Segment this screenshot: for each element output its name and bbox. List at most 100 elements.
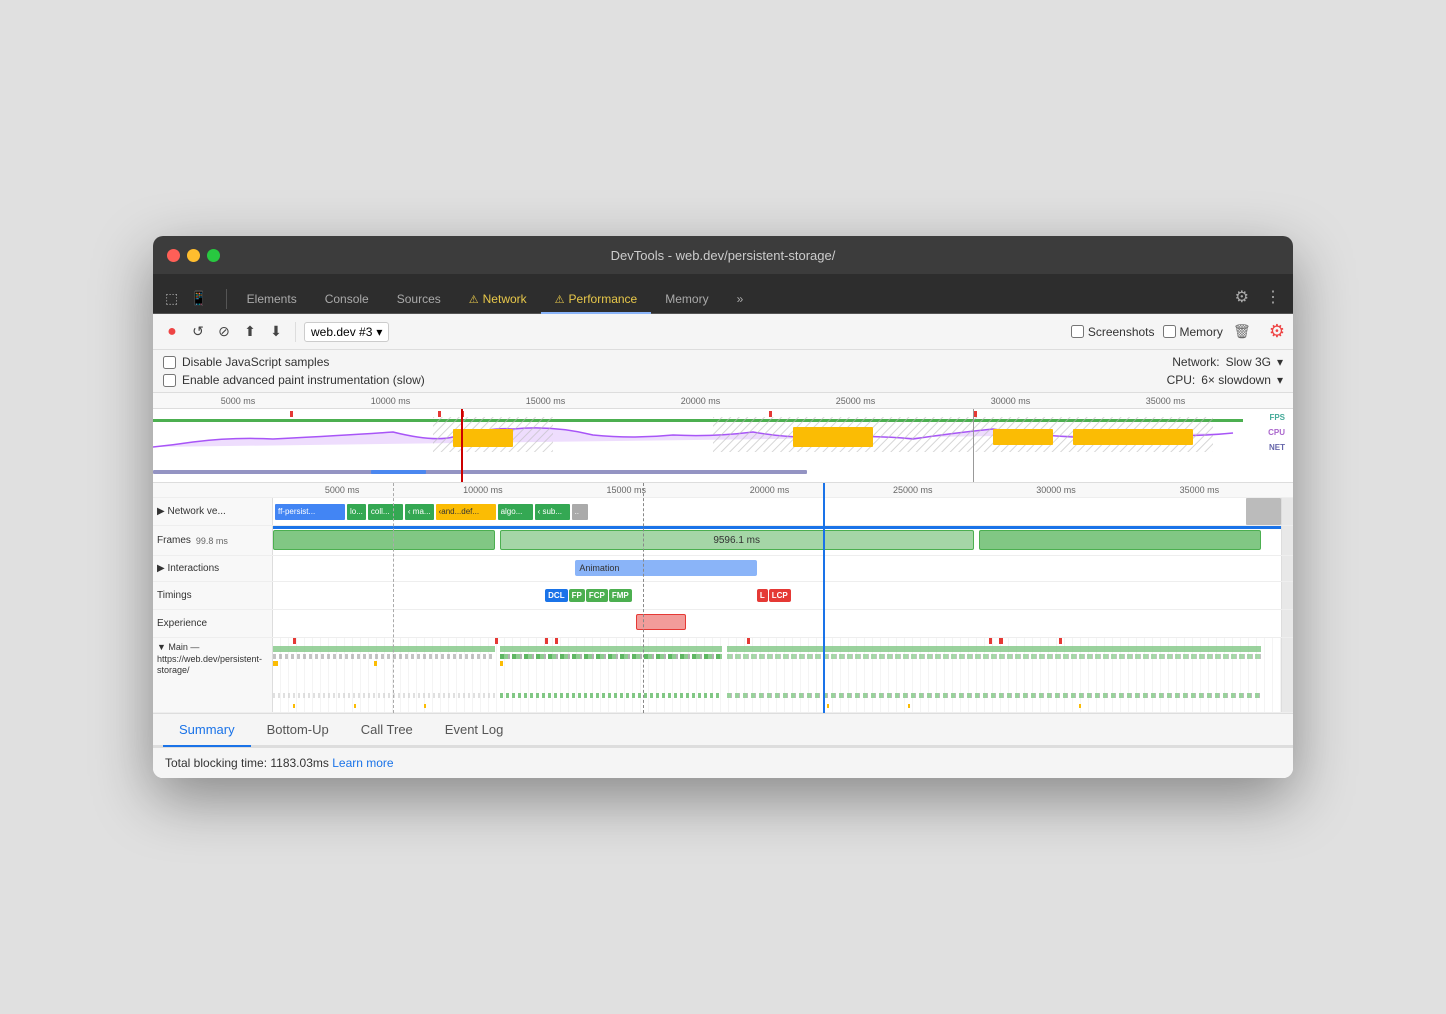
cpu-label: CPU xyxy=(1268,428,1285,437)
device-mode-icon[interactable]: 📱 xyxy=(186,288,211,309)
experience-track[interactable]: Experience xyxy=(153,610,1293,638)
tab-sources[interactable]: Sources xyxy=(383,286,455,314)
options-bar: Disable JavaScript samples Enable advanc… xyxy=(153,350,1293,393)
tab-elements[interactable]: Elements xyxy=(233,286,311,314)
overview-section[interactable]: 5000 ms 10000 ms 15000 ms 20000 ms 25000… xyxy=(153,393,1293,483)
upload-button[interactable]: ⬆ xyxy=(239,321,261,343)
task-marker-6 xyxy=(989,638,992,644)
tab-more[interactable]: » xyxy=(723,286,758,314)
more-options-icon[interactable]: ⋮ xyxy=(1261,285,1285,309)
task-marker-1 xyxy=(293,638,296,644)
tab-call-tree[interactable]: Call Tree xyxy=(345,714,429,747)
interactions-track[interactable]: ▶ Interactions Animation xyxy=(153,556,1293,582)
close-button[interactable] xyxy=(167,249,180,262)
main-thread-track[interactable]: ▼ Main — https://web.dev/persistent-stor… xyxy=(153,638,1293,713)
tab-memory[interactable]: Memory xyxy=(651,286,722,314)
timeline-container: 5000 ms 10000 ms 15000 ms 20000 ms 25000… xyxy=(153,393,1293,778)
overview-time-ruler: 5000 ms 10000 ms 15000 ms 20000 ms 25000… xyxy=(153,393,1293,409)
frames-scrollbar[interactable] xyxy=(1281,526,1293,555)
enable-paint-checkbox[interactable] xyxy=(163,374,176,387)
flame-1 xyxy=(273,646,495,652)
memory-checkbox[interactable] xyxy=(1163,325,1176,338)
options-right: Network: Slow 3G ▾ CPU: 6× slowdown ▾ xyxy=(1167,355,1283,387)
screenshots-checkbox[interactable] xyxy=(1071,325,1084,338)
tab-bottom-up[interactable]: Bottom-Up xyxy=(251,714,345,747)
clear-button[interactable]: ⊘ xyxy=(213,321,235,343)
inspector-icon[interactable]: ⬚ xyxy=(161,288,182,309)
net-item-6: ‹ sub... xyxy=(535,504,570,520)
fp-badge: FP xyxy=(569,589,585,602)
frame-block-1 xyxy=(273,530,495,550)
net-item-0: ff-persist... xyxy=(275,504,345,520)
network-scrollbar[interactable] xyxy=(1281,498,1293,525)
task-marker-2 xyxy=(495,638,498,644)
disable-js-checkbox[interactable] xyxy=(163,356,176,369)
profile-selector[interactable]: web.dev #3 ▾ xyxy=(304,322,389,342)
devtools-window: DevTools - web.dev/persistent-storage/ ⬚… xyxy=(153,236,1293,778)
tab-bar-right: ⚙ ⋮ xyxy=(1231,285,1285,313)
selection-overlay xyxy=(153,409,974,482)
tab-summary[interactable]: Summary xyxy=(163,714,251,747)
flame-detail-1 xyxy=(273,654,495,659)
maximize-button[interactable] xyxy=(207,249,220,262)
net-label: NET xyxy=(1268,443,1285,452)
flame-3 xyxy=(727,646,1261,652)
main-thread-content xyxy=(273,638,1281,712)
flame-detail-3 xyxy=(727,654,1261,659)
timings-track[interactable]: Timings DCL FP FCP FMP xyxy=(153,582,1293,610)
bottom-marker-5 xyxy=(908,704,910,708)
flame-detail-2 xyxy=(500,654,722,659)
profile-dropdown-arrow: ▾ xyxy=(376,325,382,339)
learn-more-link[interactable]: Learn more xyxy=(332,756,393,770)
network-track-content: ff-persist... lo... coll... ‹ ma... ‹and… xyxy=(273,498,1281,525)
task-yellow-1 xyxy=(273,661,278,666)
timings-lcp-group: L LCP xyxy=(757,589,791,602)
devtools-left-icons: ⬚ 📱 xyxy=(161,288,212,313)
cpu-throttle-dropdown[interactable]: ▾ xyxy=(1277,373,1283,387)
memory-checkbox-group: Memory xyxy=(1163,325,1223,339)
minimize-button[interactable] xyxy=(187,249,200,262)
options-left: Disable JavaScript samples Enable advanc… xyxy=(163,355,1151,387)
frames-track[interactable]: Frames 99.8 ms 9596.1 ms xyxy=(153,526,1293,556)
net-item-3: ‹ ma... xyxy=(405,504,434,520)
flame-bottom-3 xyxy=(727,693,1261,698)
experience-track-label: Experience xyxy=(153,610,273,637)
enable-paint-row: Enable advanced paint instrumentation (s… xyxy=(163,373,1151,387)
main-thread-scrollbar[interactable] xyxy=(1281,638,1293,712)
task-yellow-3 xyxy=(500,661,503,666)
net-item-7: .. xyxy=(572,504,588,520)
tab-console[interactable]: Console xyxy=(311,286,383,314)
settings-icon[interactable]: ⚙ xyxy=(1231,285,1253,309)
animation-bar: Animation xyxy=(575,560,756,576)
tab-performance[interactable]: ⚠ Performance xyxy=(541,286,652,314)
task-marker-5 xyxy=(747,638,750,644)
download-button[interactable]: ⬇ xyxy=(265,321,287,343)
task-marker-3 xyxy=(545,638,548,644)
status-bar: Total blocking time: 1183.03ms Learn mor… xyxy=(153,747,1293,778)
tab-network[interactable]: ⚠ Network xyxy=(455,286,541,314)
reload-profile-button[interactable]: ↺ xyxy=(187,321,209,343)
task-marker-8 xyxy=(1059,638,1062,644)
window-title: DevTools - web.dev/persistent-storage/ xyxy=(611,248,836,263)
network-track[interactable]: ▶ Network ve... ff-persist... lo... coll… xyxy=(153,498,1293,526)
main-thread-label: ▼ Main — https://web.dev/persistent-stor… xyxy=(153,638,273,712)
experience-scrollbar[interactable] xyxy=(1281,610,1293,637)
tab-event-log[interactable]: Event Log xyxy=(429,714,520,747)
frame-block-3 xyxy=(979,530,1261,550)
trash-button[interactable]: 🗑 xyxy=(1231,321,1253,343)
capture-settings-button[interactable]: ⚙ xyxy=(1269,321,1285,342)
timings-scrollbar[interactable] xyxy=(1281,582,1293,609)
net-item-1: lo... xyxy=(347,504,366,520)
interactions-scrollbar[interactable] xyxy=(1281,556,1293,581)
tab-divider xyxy=(226,289,227,309)
overview-chart xyxy=(153,409,1293,482)
lcp-badge: LCP xyxy=(769,589,791,602)
traffic-lights xyxy=(167,249,220,262)
timings-track-label: Timings xyxy=(153,582,273,609)
net-item-4: ‹and...def... xyxy=(436,504,496,520)
bottom-tabs: Summary Bottom-Up Call Tree Event Log xyxy=(153,714,1293,747)
bottom-marker-1 xyxy=(293,704,295,708)
network-throttle-dropdown[interactable]: ▾ xyxy=(1277,355,1283,369)
record-button[interactable]: ● xyxy=(161,321,183,343)
network-throttle-row: Network: Slow 3G ▾ xyxy=(1172,355,1283,369)
